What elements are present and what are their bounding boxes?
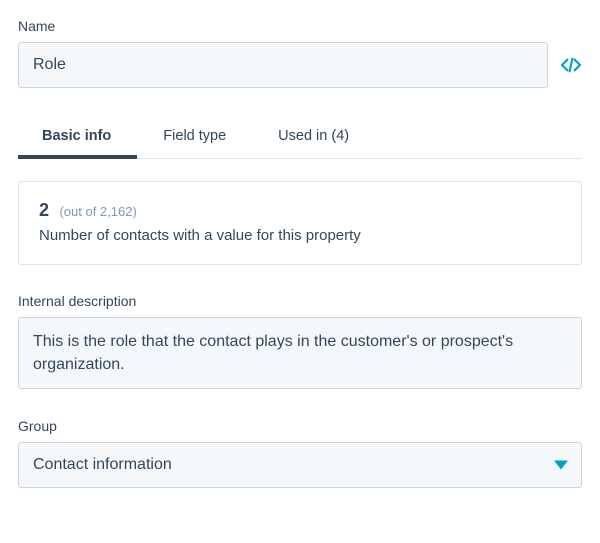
internal-description-input[interactable] <box>18 317 582 389</box>
stat-count: 2 <box>39 200 49 220</box>
group-select[interactable]: Contact information <box>18 442 582 488</box>
tab-used-in[interactable]: Used in (4) <box>278 116 349 158</box>
name-label: Name <box>18 18 582 34</box>
group-select-value[interactable]: Contact information <box>18 442 582 488</box>
tab-basic-info[interactable]: Basic info <box>42 116 111 158</box>
name-row <box>18 42 582 88</box>
code-icon[interactable] <box>560 56 582 74</box>
group-selected-text: Contact information <box>33 456 172 474</box>
group-label: Group <box>18 418 582 434</box>
stat-description: Number of contacts with a value for this… <box>39 227 561 244</box>
tab-field-type[interactable]: Field type <box>163 116 226 158</box>
internal-description-label: Internal description <box>18 293 582 309</box>
name-input[interactable] <box>18 42 548 88</box>
usage-stat-card: 2 (out of 2,162) Number of contacts with… <box>18 181 582 265</box>
stat-total: (out of 2,162) <box>59 204 136 219</box>
tabs: Basic info Field type Used in (4) <box>18 116 582 159</box>
stat-top: 2 (out of 2,162) <box>39 200 561 221</box>
